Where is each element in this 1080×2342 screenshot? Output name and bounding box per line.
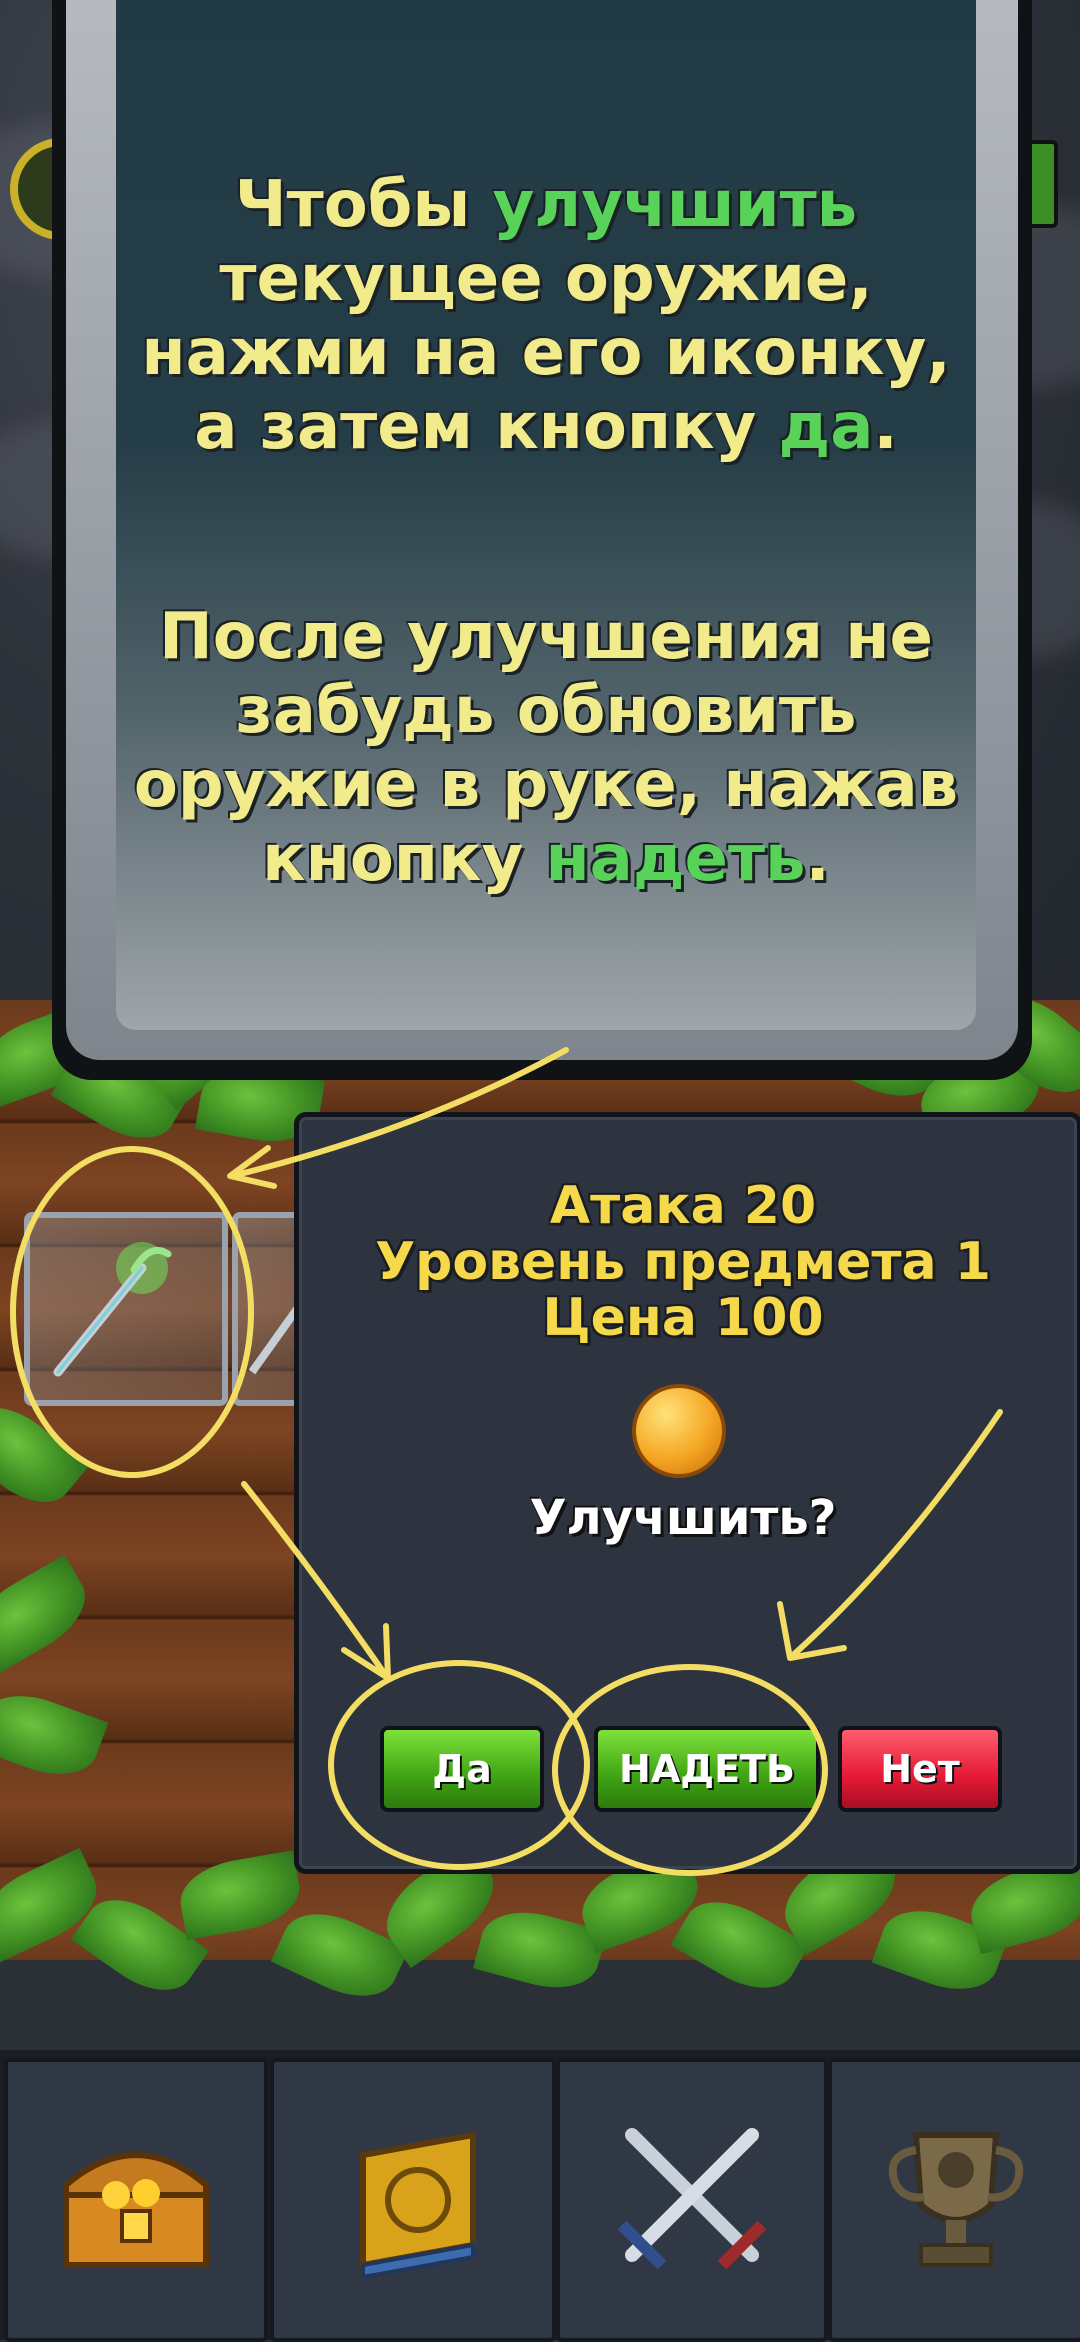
attack-stat: Атака 20 [549,1176,817,1236]
nav-item-trophy[interactable] [828,2058,1080,2342]
coin-icon [632,1384,726,1478]
nav-item-chest[interactable] [4,2058,268,2342]
item-level-stat: Уровень предмета 1 [375,1232,991,1292]
trophy-icon [888,2132,1024,2267]
book-icon [360,2131,476,2280]
no-button[interactable]: Нет [838,1726,1002,1812]
tutorial-text-2: После улучшения не забудь обновить оружи… [133,600,959,896]
crossed-swords-icon [617,2128,767,2270]
nav-item-battle[interactable] [556,2058,828,2342]
tutorial-text-1: Чтобы улучшить текущее оружие, нажми на … [141,168,951,464]
nav-item-book[interactable] [270,2058,556,2342]
treasure-chest-icon [63,2152,209,2268]
annotation-circle-equip [552,1664,828,1876]
price-stat: Цена 100 [542,1288,824,1348]
annotation-circle-slot [10,1146,254,1478]
annotation-circle-yes [328,1660,590,1870]
upgrade-question: Улучшить? [529,1490,837,1546]
